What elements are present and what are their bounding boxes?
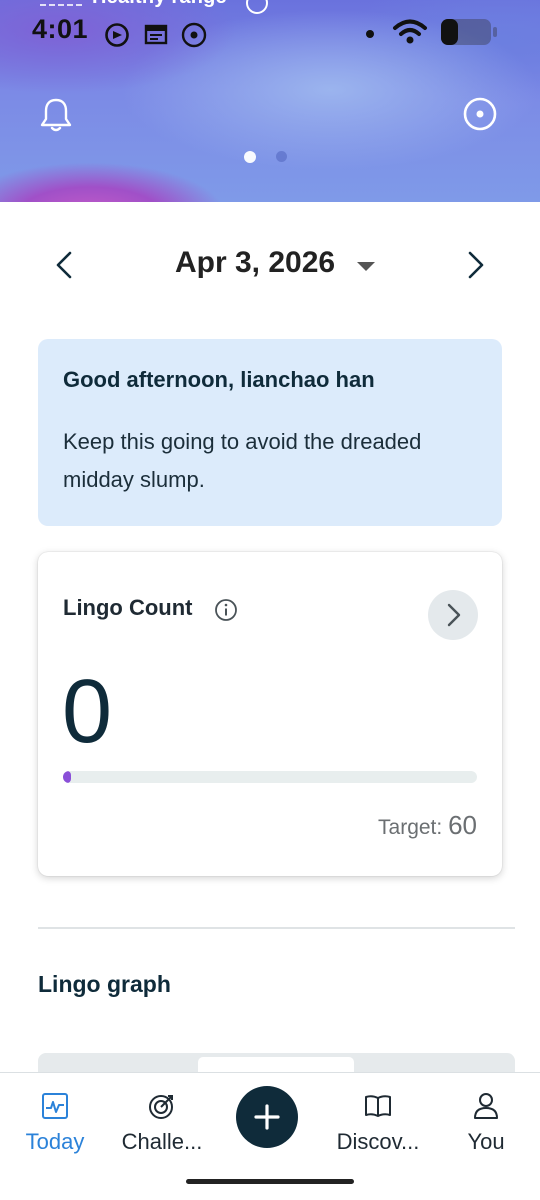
lingo-count-value: 0 — [62, 662, 113, 762]
record-icon — [181, 22, 207, 48]
status-time: 4:01 — [32, 14, 89, 44]
nav-label: Discov... — [336, 1129, 420, 1154]
info-icon[interactable] — [214, 598, 238, 622]
nav-label: Today — [25, 1129, 85, 1154]
person-icon — [474, 1093, 498, 1119]
battery-icon — [441, 19, 497, 45]
chevron-right-icon — [447, 603, 461, 627]
header-hero: Healthy range 4:01 — [0, 0, 540, 202]
calendar-icon — [144, 24, 168, 45]
greeting-card: Good afternoon, lianchao han Keep this g… — [38, 339, 502, 526]
progress-fill — [63, 771, 71, 783]
wifi-icon — [393, 19, 427, 44]
section-divider — [38, 927, 515, 929]
chevron-right-icon[interactable] — [458, 248, 492, 282]
nav-label: You — [467, 1129, 505, 1154]
plus-icon — [254, 1104, 280, 1130]
status-bar: 4:01 — [0, 0, 540, 60]
app-notification-icon — [105, 23, 129, 47]
chevron-left-icon[interactable] — [48, 248, 82, 282]
nav-label: Challe... — [121, 1129, 203, 1154]
bell-icon[interactable] — [38, 96, 74, 134]
home-indicator[interactable] — [186, 1179, 354, 1184]
book-icon — [365, 1095, 391, 1117]
open-details-button[interactable] — [428, 590, 478, 640]
greeting-title: Good afternoon, lianchao han — [63, 367, 375, 392]
graph-section-title: Lingo graph — [38, 971, 171, 997]
notification-dot — [366, 30, 374, 38]
activity-icon — [42, 1093, 68, 1119]
target-value: 60 — [448, 810, 477, 840]
greeting-message: Keep this going to avoid the dreaded mid… — [63, 429, 422, 492]
carousel-pager[interactable] — [244, 151, 287, 163]
date-label[interactable]: Apr 3, 2026 — [175, 246, 335, 280]
caret-down-icon[interactable] — [357, 262, 375, 271]
card-title: Lingo Count — [63, 595, 193, 620]
record-icon[interactable] — [462, 96, 498, 132]
progress-bar — [63, 771, 477, 783]
target-icon — [149, 1095, 173, 1119]
pager-dot[interactable] — [276, 151, 287, 162]
add-button[interactable] — [236, 1086, 298, 1148]
date-navigator: Apr 3, 2026 — [0, 230, 540, 300]
lingo-count-card[interactable]: Lingo Count 0 Target: 60 — [38, 552, 502, 876]
target-text: Target: 60 — [378, 810, 477, 841]
pager-dot-active[interactable] — [244, 151, 256, 163]
target-label: Target: — [378, 816, 443, 839]
